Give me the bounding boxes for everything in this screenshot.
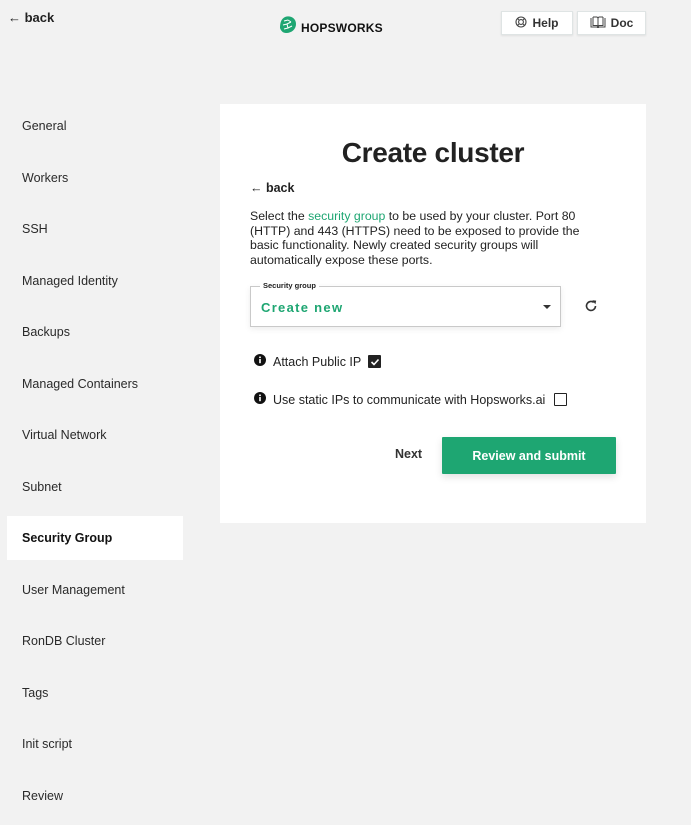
doc-label: Doc: [610, 16, 634, 30]
sidebar-nav: General Workers SSH Managed Identity Bac…: [7, 104, 183, 825]
sidebar-item-ssh[interactable]: SSH: [7, 207, 183, 251]
sidebar-item-user-management[interactable]: User Management: [7, 568, 183, 612]
sidebar-item-tags[interactable]: Tags: [7, 671, 183, 715]
sidebar-item-rondb-cluster[interactable]: RonDB Cluster: [7, 619, 183, 663]
refresh-icon[interactable]: [584, 299, 598, 318]
review-and-submit-button[interactable]: Review and submit: [442, 437, 616, 474]
info-icon[interactable]: [254, 354, 266, 369]
attach-public-ip-checkbox[interactable]: [368, 355, 382, 368]
create-cluster-card: Create cluster ← back Select the securit…: [220, 104, 646, 523]
sidebar-item-managed-containers[interactable]: Managed Containers: [7, 362, 183, 406]
book-icon: [590, 16, 606, 31]
sidebar-item-security-group[interactable]: Security Group: [7, 516, 183, 560]
sidebar-item-managed-identity[interactable]: Managed Identity: [7, 259, 183, 303]
lifebuoy-icon: [515, 15, 528, 31]
doc-button[interactable]: Doc: [577, 11, 646, 35]
sidebar-item-review[interactable]: Review: [7, 774, 183, 818]
sidebar-item-subnet[interactable]: Subnet: [7, 465, 183, 509]
sidebar-item-virtual-network[interactable]: Virtual Network: [7, 413, 183, 457]
sidebar-item-init-script[interactable]: Init script: [7, 722, 183, 766]
help-button[interactable]: Help: [501, 11, 573, 35]
security-group-value: Create new: [261, 300, 344, 315]
static-ips-option: Use static IPs to communicate with Hopsw…: [254, 392, 568, 407]
security-group-select[interactable]: Security group Create new: [250, 281, 561, 327]
static-ips-label: Use static IPs to communicate with Hopsw…: [273, 392, 546, 407]
static-ips-checkbox[interactable]: [554, 393, 568, 406]
next-button[interactable]: Next: [395, 447, 422, 461]
description-text-start: Select the: [250, 209, 309, 223]
sidebar-item-workers[interactable]: Workers: [7, 156, 183, 200]
security-group-link[interactable]: security group: [308, 209, 385, 223]
checkmark-icon: [370, 358, 379, 366]
hop-cone-icon: [278, 15, 298, 40]
top-back-link[interactable]: ← back: [8, 10, 54, 25]
attach-public-ip-option: Attach Public IP: [254, 354, 382, 369]
chevron-down-icon: [543, 305, 551, 309]
security-group-label: Security group: [260, 281, 319, 290]
card-back-link[interactable]: ← back: [250, 181, 294, 195]
page-title: Create cluster: [341, 137, 525, 168]
security-group-description: Select the security group to be used by …: [250, 209, 610, 267]
attach-public-ip-label: Attach Public IP: [273, 354, 362, 369]
logo-text: HOPSWORKS: [301, 20, 383, 35]
info-icon[interactable]: [254, 392, 266, 407]
help-label: Help: [532, 16, 559, 30]
hopsworks-logo: HOPSWORKS: [278, 15, 383, 40]
sidebar-item-backups[interactable]: Backups: [7, 310, 183, 354]
sidebar-item-general[interactable]: General: [7, 104, 183, 148]
